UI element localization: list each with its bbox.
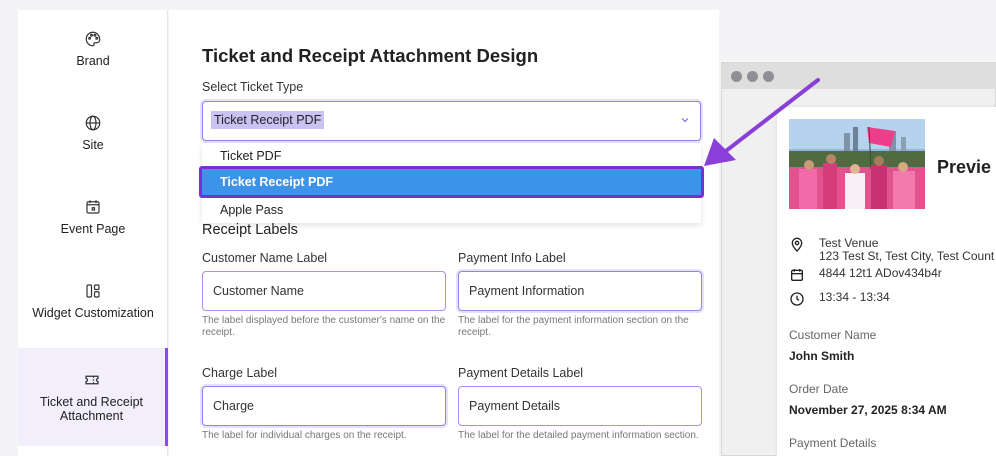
palette-icon [85, 31, 101, 47]
sidebar-item-label: Event Page [60, 222, 126, 236]
charge-label: Charge Label [202, 366, 278, 380]
clock-icon [790, 292, 804, 306]
venue-row: Test Venue 123 Test St, Test City, Test … [789, 237, 994, 263]
location-pin-icon [791, 237, 803, 252]
sidebar-item-ticket-receipt-attachment[interactable]: Ticket and Receipt Attachment [18, 348, 168, 446]
charge-help: The label for individual charges on the … [202, 430, 407, 441]
sidebar-item-label: Widget Customization [32, 306, 154, 320]
sidebar-item-widget-customization[interactable]: Widget Customization [18, 282, 168, 342]
sidebar-item-label: Brand [76, 54, 110, 68]
option-apple-pass[interactable]: Apple Pass [202, 197, 701, 223]
form-panel: Ticket and Receipt Attachment Design Sel… [169, 10, 719, 456]
chevron-down-icon [681, 118, 689, 123]
annotation-arrow-icon [704, 78, 820, 166]
preview-title: Previe [937, 157, 992, 177]
sidebar-item-event-page[interactable]: Event Page [18, 198, 168, 258]
payment-details-label: Payment Details Label [458, 366, 584, 380]
payment-info-label: Payment Info Label [458, 251, 566, 265]
event-time: 13:34 - 13:34 [819, 290, 890, 304]
calendar-icon [791, 269, 803, 281]
layout-icon [86, 284, 100, 298]
customer-name-label: Customer Name Label [202, 251, 328, 265]
venue-address: 123 Test St, Test City, Test Count [819, 249, 995, 263]
charge-input[interactable]: Charge [202, 386, 446, 426]
sidebar-item-label: Site [82, 138, 104, 152]
select-value: Ticket Receipt PDF [211, 111, 325, 129]
ticket-code: 4844 12t1 ADov434b4r [819, 266, 942, 280]
code-row: 4844 12t1 ADov434b4r [789, 267, 942, 283]
ticket-icon [84, 375, 99, 385]
select-ticket-type-label: Select Ticket Type [202, 80, 304, 94]
order-date-preview-value: November 27, 2025 8:34 AM [789, 403, 947, 417]
page: Brand Site Event Page Widget Customizati… [0, 0, 996, 456]
payment-info-help: The label for the payment information se… [458, 315, 689, 338]
payment-details-preview-label: Payment Details [789, 436, 877, 450]
time-row: 13:34 - 13:34 [789, 291, 890, 307]
order-date-preview-label: Order Date [789, 382, 849, 396]
sidebar-item-label: Ticket and Receipt Attachment [39, 395, 144, 423]
payment-details-input[interactable]: Payment Details [458, 386, 702, 426]
sidebar: Brand Site Event Page Widget Customizati… [18, 10, 168, 456]
customer-name-preview-label: Customer Name [789, 328, 877, 342]
customer-name-preview-value: John Smith [789, 349, 855, 363]
calendar-icon [86, 200, 100, 214]
ticket-type-select[interactable]: Ticket Receipt PDF [202, 101, 701, 141]
payment-details-help: The label for the detailed payment infor… [458, 430, 699, 441]
option-ticket-receipt-pdf[interactable]: Ticket Receipt PDF [199, 166, 704, 198]
ticket-type-dropdown: Ticket PDF Ticket Receipt PDF Apple Pass [199, 143, 704, 223]
customer-name-help: The label displayed before the customer'… [202, 315, 446, 338]
customer-name-input[interactable]: Customer Name [202, 271, 446, 311]
globe-icon [85, 115, 101, 131]
sidebar-item-site[interactable]: Site [18, 114, 168, 174]
sidebar-item-brand[interactable]: Brand [18, 30, 168, 90]
page-title: Ticket and Receipt Attachment Design [202, 45, 539, 66]
receipt-labels-heading: Receipt Labels [202, 222, 298, 238]
payment-info-input[interactable]: Payment Information [458, 271, 702, 311]
